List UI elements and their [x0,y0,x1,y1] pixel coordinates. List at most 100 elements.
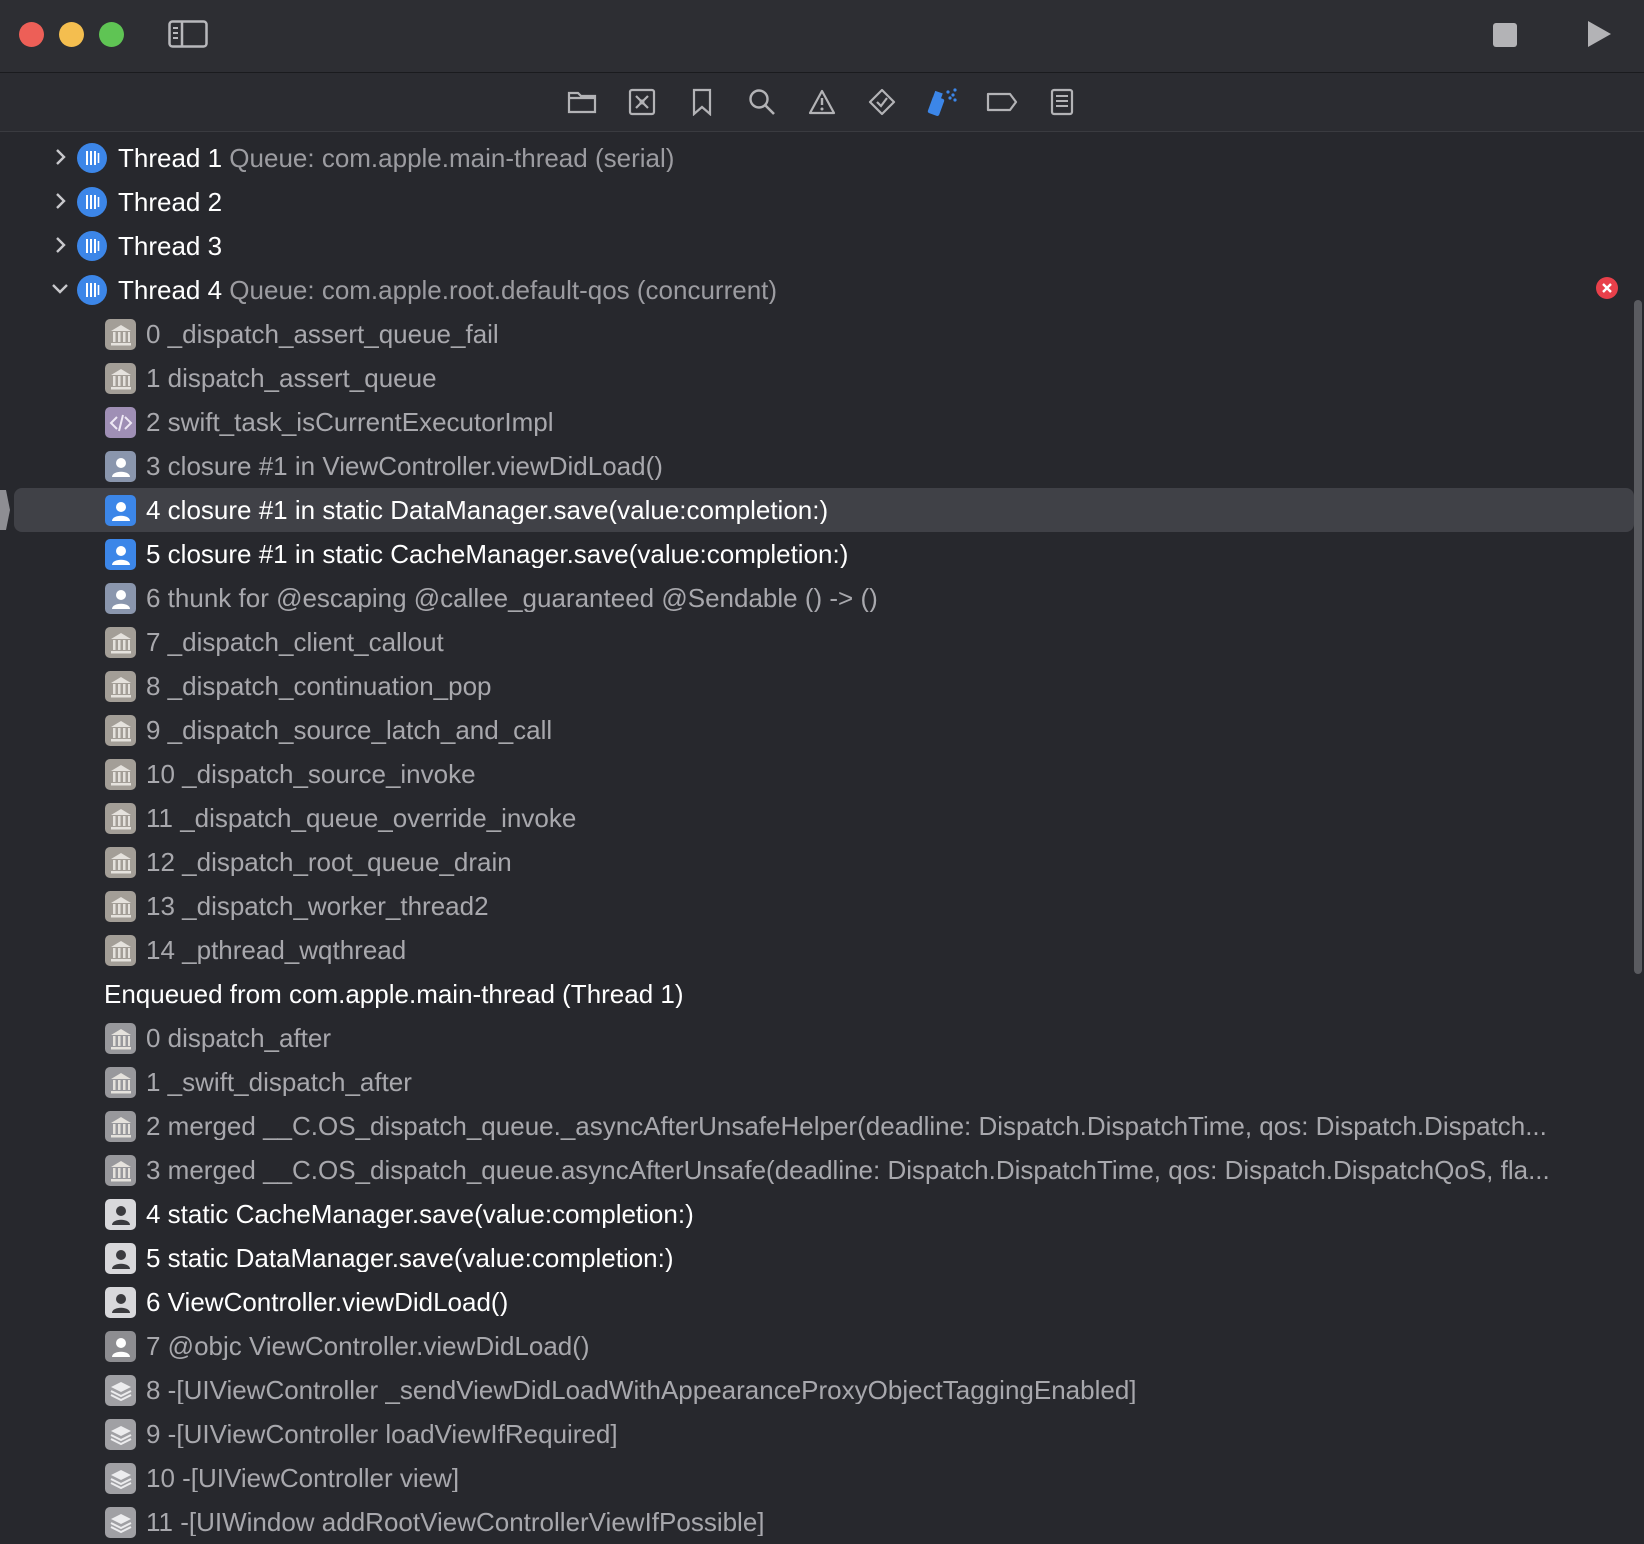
thread-icon [77,143,107,173]
stack-frame-row[interactable]: 14 _pthread_wqthread [0,928,1644,972]
stack-frame-label: 6 thunk for @escaping @callee_guaranteed… [146,584,878,612]
run-icon[interactable] [1584,19,1614,49]
system-frame-icon [105,1023,136,1054]
search-icon[interactable] [745,85,779,119]
thread-title: Thread 3 [118,232,223,260]
folder-icon[interactable] [565,85,599,119]
stack-frame-label: 9 _dispatch_source_latch_and_call [146,716,553,744]
stack-frame-label: 5 closure #1 in static CacheManager.save… [146,540,849,568]
stack-frame-row[interactable]: 10 -[UIViewController view] [0,1456,1644,1500]
system-frame-icon [105,759,136,790]
navigator-tab-bar [0,73,1644,132]
stack-frame-row[interactable]: 5 static DataManager.save(value:completi… [0,1236,1644,1280]
thread-row[interactable]: Thread 3 [0,224,1644,268]
stack-frame-icon [105,1507,136,1538]
stop-icon[interactable] [1493,23,1517,47]
breakpoint-icon[interactable] [985,85,1019,119]
stack-frame-label: 5 static DataManager.save(value:completi… [146,1244,674,1272]
minimize-window-button[interactable] [59,22,84,47]
system-frame-icon [105,627,136,658]
stack-frame-row[interactable]: 12 _dispatch_root_queue_drain [0,840,1644,884]
stack-frame-label: 1 _swift_dispatch_after [146,1068,412,1096]
stack-frame-label: 4 static CacheManager.save(value:complet… [146,1200,694,1228]
thread-label: Thread 4 Queue: com.apple.root.default-q… [118,276,777,304]
user-frame-icon [105,495,136,526]
warning-icon[interactable] [805,85,839,119]
stack-frame-row[interactable]: 2 merged __C.OS_dispatch_queue._asyncAft… [0,1104,1644,1148]
source-control-icon[interactable] [625,85,659,119]
stack-frame-row[interactable]: 0 _dispatch_assert_queue_fail [0,312,1644,356]
stack-frame-row[interactable]: 5 closure #1 in static CacheManager.save… [0,532,1644,576]
stack-frame-row[interactable]: 0 dispatch_after [0,1016,1644,1060]
thread-row[interactable]: Thread 4 Queue: com.apple.root.default-q… [0,268,1644,312]
stack-frame-row[interactable]: 11 -[UIWindow addRootViewControllerViewI… [0,1500,1644,1544]
stack-frame-label: 2 merged __C.OS_dispatch_queue._asyncAft… [146,1112,1547,1140]
thread-row[interactable]: Thread 2 [0,180,1644,224]
system-frame-icon [105,847,136,878]
stack-frame-label: 7 @objc ViewController.viewDidLoad() [146,1332,590,1360]
zoom-window-button[interactable] [99,22,124,47]
chevron-right-icon[interactable] [49,190,71,212]
stack-frame-label: 8 -[UIViewController _sendViewDidLoadWit… [146,1376,1137,1404]
stack-frame-label: 4 closure #1 in static DataManager.save(… [146,496,829,524]
stack-frame-label: 13 _dispatch_worker_thread2 [146,892,489,920]
sidebar-toggle-icon[interactable] [168,18,208,50]
stack-frame-row[interactable]: 6 thunk for @escaping @callee_guaranteed… [0,576,1644,620]
thread-label: Thread 3 [118,232,222,260]
stack-frame-row[interactable]: 4 static CacheManager.save(value:complet… [0,1192,1644,1236]
stack-frame-label: 0 dispatch_after [146,1024,332,1052]
chevron-right-icon[interactable] [49,146,71,168]
stack-frame-label: 3 closure #1 in ViewController.viewDidLo… [146,452,663,480]
stack-frame-label: 0 _dispatch_assert_queue_fail [146,320,499,348]
thread-icon [77,231,107,261]
stack-frame-label: 14 _pthread_wqthread [146,936,407,964]
stack-frame-row[interactable]: 3 merged __C.OS_dispatch_queue.asyncAfte… [0,1148,1644,1192]
stack-frame-row[interactable]: 1 dispatch_assert_queue [0,356,1644,400]
enqueued-section-header: Enqueued from com.apple.main-thread (Thr… [0,972,1644,1016]
thread-icon [77,187,107,217]
test-diamond-icon[interactable] [865,85,899,119]
stack-frame-icon [105,1375,136,1406]
stack-frame-row[interactable]: 8 _dispatch_continuation_pop [0,664,1644,708]
stack-frame-row[interactable]: 7 @objc ViewController.viewDidLoad() [0,1324,1644,1368]
stack-frame-row[interactable]: 1 _swift_dispatch_after [0,1060,1644,1104]
user-frame-icon [105,1287,136,1318]
user-frame-icon [105,1199,136,1230]
stack-frame-row[interactable]: 13 _dispatch_worker_thread2 [0,884,1644,928]
stack-frame-label: 7 _dispatch_client_callout [146,628,444,656]
stack-frame-row[interactable]: 3 closure #1 in ViewController.viewDidLo… [0,444,1644,488]
stack-frame-row[interactable]: 9 _dispatch_source_latch_and_call [0,708,1644,752]
stack-frame-row[interactable]: 7 _dispatch_client_callout [0,620,1644,664]
bookmark-icon[interactable] [685,85,719,119]
stack-frame-label: 8 _dispatch_continuation_pop [146,672,492,700]
stack-frame-row[interactable]: 8 -[UIViewController _sendViewDidLoadWit… [0,1368,1644,1412]
chevron-right-icon[interactable] [49,234,71,256]
system-frame-icon [105,803,136,834]
system-frame-icon [105,715,136,746]
stack-frame-row[interactable]: 9 -[UIViewController loadViewIfRequired] [0,1412,1644,1456]
thread-queue: Queue: com.apple.main-thread (serial) [222,144,675,172]
chevron-down-icon[interactable] [49,278,71,300]
user-frame-icon [105,1331,136,1362]
thread-title: Thread 2 [118,188,223,216]
stack-frame-label: 2 swift_task_isCurrentExecutorImpl [146,408,554,436]
thread-label: Thread 1 Queue: com.apple.main-thread (s… [118,144,674,172]
stack-frame-row[interactable]: 2 swift_task_isCurrentExecutorImpl [0,400,1644,444]
stack-frame-row[interactable]: 4 closure #1 in static DataManager.save(… [0,488,1644,532]
system-frame-icon [105,1067,136,1098]
stack-frame-row[interactable]: 11 _dispatch_queue_override_invoke [0,796,1644,840]
enqueued-header-label: Enqueued from com.apple.main-thread (Thr… [104,980,684,1008]
thread-title: Thread 4 [118,276,223,304]
stack-frame-label: 12 _dispatch_root_queue_drain [146,848,512,876]
thread-row[interactable]: Thread 1 Queue: com.apple.main-thread (s… [0,136,1644,180]
stack-frame-label: 3 merged __C.OS_dispatch_queue.asyncAfte… [146,1156,1550,1184]
title-bar [0,0,1644,73]
stack-frame-row[interactable]: 6 ViewController.viewDidLoad() [0,1280,1644,1324]
close-window-button[interactable] [19,22,44,47]
stack-frame-row[interactable]: 10 _dispatch_source_invoke [0,752,1644,796]
stack-frame-icon [105,1419,136,1450]
debug-spray-icon[interactable] [925,85,959,119]
user-frame-icon [105,451,136,482]
user-frame-icon [105,583,136,614]
report-icon[interactable] [1045,85,1079,119]
